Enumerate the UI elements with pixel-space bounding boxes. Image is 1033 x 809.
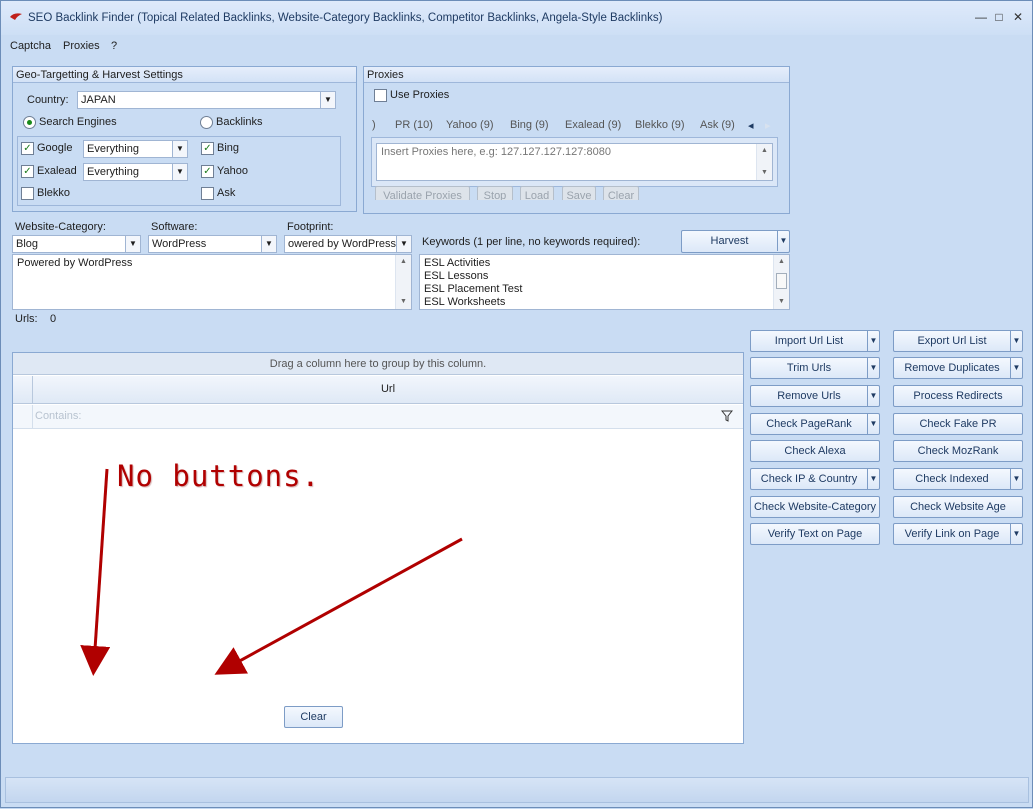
verify-link-on-page-button[interactable]: Verify Link on Page ▼ — [893, 523, 1023, 545]
button-label: Check IP & Country — [760, 473, 858, 485]
status-bar — [5, 777, 1029, 803]
remove-duplicates-button[interactable]: Remove Duplicates ▼ — [893, 357, 1023, 379]
remove-urls-button[interactable]: Remove Urls ▼ — [750, 385, 880, 407]
check-website-category-button[interactable]: Check Website-Category — [750, 496, 880, 518]
check-mozrank-button[interactable]: Check MozRank — [893, 440, 1023, 462]
check-ip-country-button[interactable]: Check IP & Country ▼ — [750, 468, 880, 490]
button-label: Remove Duplicates — [904, 362, 1000, 374]
check-website-age-button[interactable]: Check Website Age — [893, 496, 1023, 518]
chevron-down-icon[interactable]: ▼ — [1010, 469, 1022, 489]
button-label: Trim Urls — [786, 362, 832, 374]
process-redirects-button[interactable]: Process Redirects — [893, 385, 1023, 407]
app-window: SEO Backlink Finder (Topical Related Bac… — [0, 0, 1033, 808]
import-url-list-button[interactable]: Import Url List ▼ — [750, 330, 880, 352]
chevron-down-icon[interactable]: ▼ — [1010, 524, 1022, 544]
trim-urls-button[interactable]: Trim Urls ▼ — [750, 357, 880, 379]
chevron-down-icon[interactable]: ▼ — [867, 331, 879, 351]
button-label: Export Url List — [917, 335, 987, 347]
chevron-down-icon[interactable]: ▼ — [1010, 358, 1022, 378]
chevron-down-icon[interactable]: ▼ — [867, 358, 879, 378]
check-alexa-button[interactable]: Check Alexa — [750, 440, 880, 462]
check-pagerank-button[interactable]: Check PageRank ▼ — [750, 413, 880, 435]
chevron-down-icon[interactable]: ▼ — [867, 386, 879, 406]
arrow-line-left — [80, 468, 111, 676]
check-indexed-button[interactable]: Check Indexed ▼ — [893, 468, 1023, 490]
chevron-down-icon[interactable]: ▼ — [1010, 331, 1022, 351]
chevron-down-icon[interactable]: ▼ — [867, 469, 879, 489]
arrow-line-right — [214, 537, 463, 675]
chevron-down-icon[interactable]: ▼ — [867, 414, 879, 434]
button-label: Check Indexed — [915, 473, 989, 485]
button-label: Check PageRank — [766, 418, 852, 430]
button-label: Verify Link on Page — [904, 528, 1000, 540]
button-label: Import Url List — [774, 335, 844, 347]
export-url-list-button[interactable]: Export Url List ▼ — [893, 330, 1023, 352]
check-fake-pr-button[interactable]: Check Fake PR — [893, 413, 1023, 435]
verify-text-on-page-button[interactable]: Verify Text on Page — [750, 523, 880, 545]
button-label: Remove Urls — [777, 390, 841, 402]
